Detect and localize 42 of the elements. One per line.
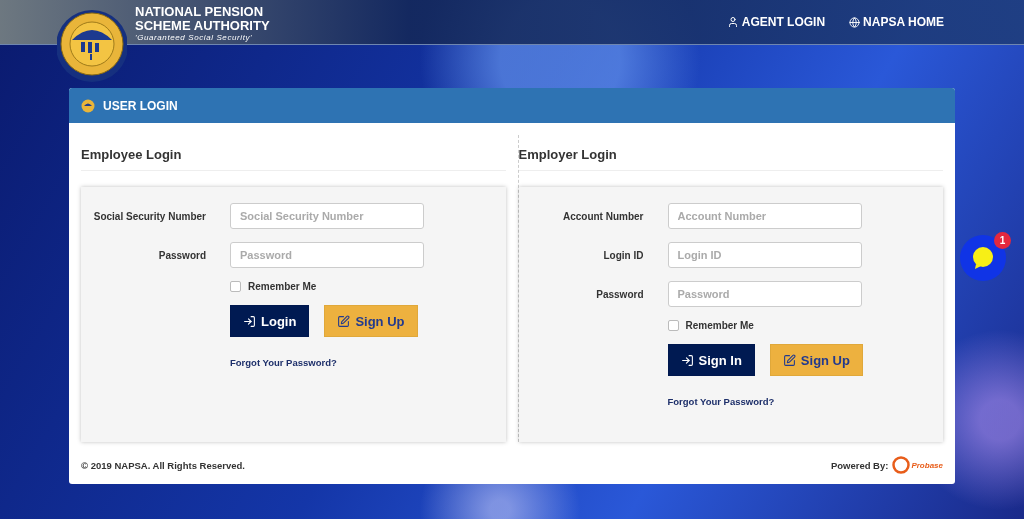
chat-bubble-icon xyxy=(971,246,995,270)
input-field[interactable]: Account Number xyxy=(667,203,862,229)
badge-icon xyxy=(81,98,95,113)
checkbox-label: Remember Me xyxy=(685,320,754,331)
ring-logo-icon xyxy=(892,456,911,474)
checkbox-label: Remember Me xyxy=(248,281,317,292)
sign-up-button[interactable]: Sign Up xyxy=(769,344,863,376)
sign-in-button[interactable]: Sign In xyxy=(667,344,755,376)
org-name: NATIONAL PENSION xyxy=(135,5,265,19)
nav-link[interactable]: AGENT LOGIN xyxy=(726,15,826,29)
forgot-password-link[interactable]: Forgot Your Password? xyxy=(230,357,337,368)
sponsor-logo-text: Probase xyxy=(911,460,943,470)
checkbox[interactable] xyxy=(230,281,241,292)
field-label: Login ID xyxy=(602,249,644,261)
field-label: Social Security Number xyxy=(92,210,206,222)
field-label: Password xyxy=(157,249,206,261)
input-field[interactable]: Password xyxy=(667,281,862,307)
field-label: Password xyxy=(595,288,644,300)
section-title: Employer Login xyxy=(518,135,943,171)
nav-link[interactable]: NAPSA HOME xyxy=(849,15,944,29)
field-label: Account Number xyxy=(561,210,644,222)
sign-in-icon xyxy=(243,314,256,328)
input-field[interactable]: Login ID xyxy=(667,242,862,268)
input-field[interactable]: Password xyxy=(230,242,424,268)
org-name: SCHEME AUTHORITY xyxy=(135,19,270,33)
sign-in-button[interactable]: Login xyxy=(230,305,310,337)
edit-icon xyxy=(337,314,351,328)
section-title: Employee Login xyxy=(81,135,506,171)
input-field[interactable]: Social Security Number xyxy=(230,203,424,229)
globe-icon xyxy=(849,16,861,28)
chat-button[interactable] xyxy=(960,235,1006,281)
card-title: USER LOGIN xyxy=(103,98,178,113)
notification-badge: 1 xyxy=(994,232,1011,249)
sign-up-button[interactable]: Sign Up xyxy=(324,305,418,337)
sign-in-icon xyxy=(680,353,694,367)
copyright-text: © 2019 NAPSA. All Rights Reserved. xyxy=(81,459,245,471)
person-icon xyxy=(726,16,739,28)
tagline: 'Guaranteed Social Security' xyxy=(135,33,254,43)
edit-icon xyxy=(782,353,796,367)
powered-by-label: Powered By: xyxy=(830,459,889,471)
checkbox[interactable] xyxy=(667,320,679,331)
forgot-password-link[interactable]: Forgot Your Password? xyxy=(667,396,775,407)
